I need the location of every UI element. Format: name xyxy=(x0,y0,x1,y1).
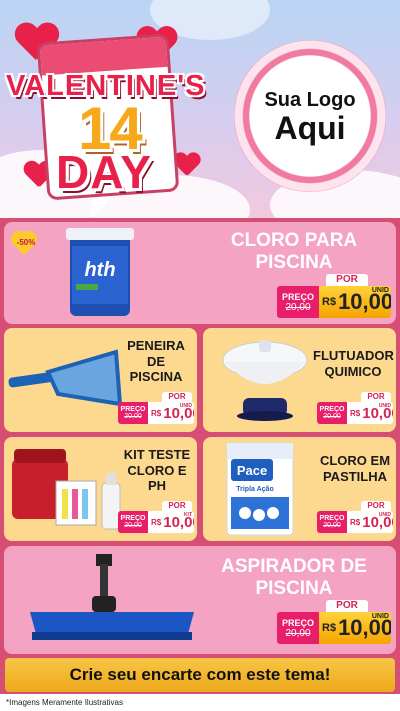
test-kit-image xyxy=(12,449,121,530)
preco-label: PREÇO xyxy=(281,291,314,302)
product-title: CLORO EM PASTILHA xyxy=(315,453,395,484)
title-line: KIT TESTE xyxy=(123,447,191,462)
skimmer-net-image xyxy=(8,349,123,407)
unit-label: KIT xyxy=(183,512,192,518)
price-tag: PREÇO 20,00 R$ 10,00 UNID xyxy=(277,286,391,318)
title-line: ASPIRADOR DE xyxy=(221,556,367,577)
old-price: 20,00 xyxy=(124,413,142,420)
title-line: PH xyxy=(147,478,167,494)
product-card-flutuador[interactable]: FLUTUADOR QUIMICO POR PREÇO20,00 R$10,00… xyxy=(203,328,396,432)
currency: R$ xyxy=(350,408,361,418)
title-line: QUIMICO xyxy=(324,363,382,379)
title-line: CLORO E xyxy=(127,462,187,478)
preco-label: PREÇO xyxy=(281,617,314,628)
por-label: POR xyxy=(326,274,368,286)
por-label: POR xyxy=(162,501,192,511)
currency: R$ xyxy=(151,408,162,418)
old-price: 20,00 xyxy=(323,522,341,529)
title-line: CLORO PARA xyxy=(230,230,358,251)
product-card-cloro[interactable]: hth CLORO PARA PISCINA POR PREÇO 20,00 R… xyxy=(4,222,396,324)
chlorine-bucket-image: hth xyxy=(66,228,134,316)
title-line: PASTILHA xyxy=(322,468,388,484)
por-label: POR xyxy=(162,392,192,402)
por-label: POR xyxy=(361,501,391,511)
old-price: 20,00 xyxy=(124,522,142,529)
por-label: POR xyxy=(326,600,368,612)
day-text: DAY xyxy=(56,146,152,198)
discount-badge: -50% xyxy=(10,232,38,254)
unit-label: UNID xyxy=(378,403,391,409)
currency: R$ xyxy=(322,622,337,634)
unit-label: UNID xyxy=(378,512,391,518)
logo-line-1: Sua Logo xyxy=(264,88,356,111)
pace-brand: Pace xyxy=(237,463,267,478)
hth-logo: hth xyxy=(84,259,115,281)
currency: R$ xyxy=(350,517,361,527)
cta-banner[interactable]: Crie seu encarte com este tema! xyxy=(5,658,395,692)
price-tag: PREÇO20,00 R$10,00UNID xyxy=(277,612,391,644)
unit-label: UNID xyxy=(371,613,389,620)
product-title: KIT TESTE CLORO E PH xyxy=(118,447,196,494)
product-title: FLUTUADOR QUIMICO xyxy=(313,348,394,379)
title-line: PENEIRA xyxy=(127,338,185,353)
chlorine-tablet-bag-image: Pace Tripla Ação xyxy=(226,442,294,536)
discount-text: -50% xyxy=(16,238,36,247)
chemical-floater-image xyxy=(222,340,308,421)
preco-label: PREÇO xyxy=(319,515,345,522)
hero-banner: VALENTINE'S 14 DAY Sua Logo Aqui xyxy=(0,0,400,218)
logo-placeholder[interactable]: Sua Logo Aqui xyxy=(234,40,386,192)
product-card-pastilha[interactable]: Pace Tripla Ação CLORO EM PASTILHA POR P… xyxy=(203,437,396,541)
title-line: DE xyxy=(146,353,166,369)
product-title: CLORO PARA PISCINA xyxy=(194,230,394,274)
currency: R$ xyxy=(151,517,162,527)
pace-sub: Tripla Ação xyxy=(236,486,273,493)
product-card-aspirador[interactable]: ASPIRADOR DE PISCINA POR PREÇO 20,00 R$ 10… xyxy=(4,546,396,654)
title-line: PISCINA xyxy=(129,369,183,385)
price-tag: PREÇO20,00 R$10,00UNID xyxy=(317,402,393,424)
unit-label: UNID xyxy=(371,287,389,294)
por-label: POR xyxy=(361,392,391,402)
unit-label: UNID xyxy=(179,403,192,409)
title-line: FLUTUADOR xyxy=(313,348,394,363)
logo-line-2: Aqui xyxy=(274,109,346,146)
old-price: 20,00 xyxy=(285,627,311,639)
title-line: PISCINA xyxy=(255,251,333,273)
title-line: CLORO EM xyxy=(319,453,391,468)
product-title: ASPIRADOR DE PISCINA xyxy=(194,556,394,600)
preco-label: PREÇO xyxy=(120,515,146,522)
price-tag: PREÇO20,00 R$10,00UNID xyxy=(317,511,393,533)
product-card-peneira[interactable]: PENEIRA DE PISCINA POR PREÇO 20,00 R$ 10,0… xyxy=(4,328,197,432)
currency: R$ xyxy=(322,296,337,308)
price-tag: PREÇO20,00 R$10,00KIT xyxy=(118,511,194,533)
product-card-kit[interactable]: KIT TESTE CLORO E PH POR PREÇO 20,00 R$ 10… xyxy=(4,437,197,541)
footer-disclaimer: *Imagens Meramente Ilustrativas xyxy=(0,694,400,711)
product-title: PENEIRA DE PISCINA xyxy=(116,338,196,385)
old-price: 20,00 xyxy=(323,413,341,420)
price-tag: PREÇO20,00 R$10,00UNID xyxy=(118,402,194,424)
preco-label: PREÇO xyxy=(120,406,146,413)
title-line: PISCINA xyxy=(255,577,333,599)
pool-vacuum-image xyxy=(30,554,194,640)
old-price: 20,00 xyxy=(285,301,311,313)
preco-label: PREÇO xyxy=(319,406,345,413)
